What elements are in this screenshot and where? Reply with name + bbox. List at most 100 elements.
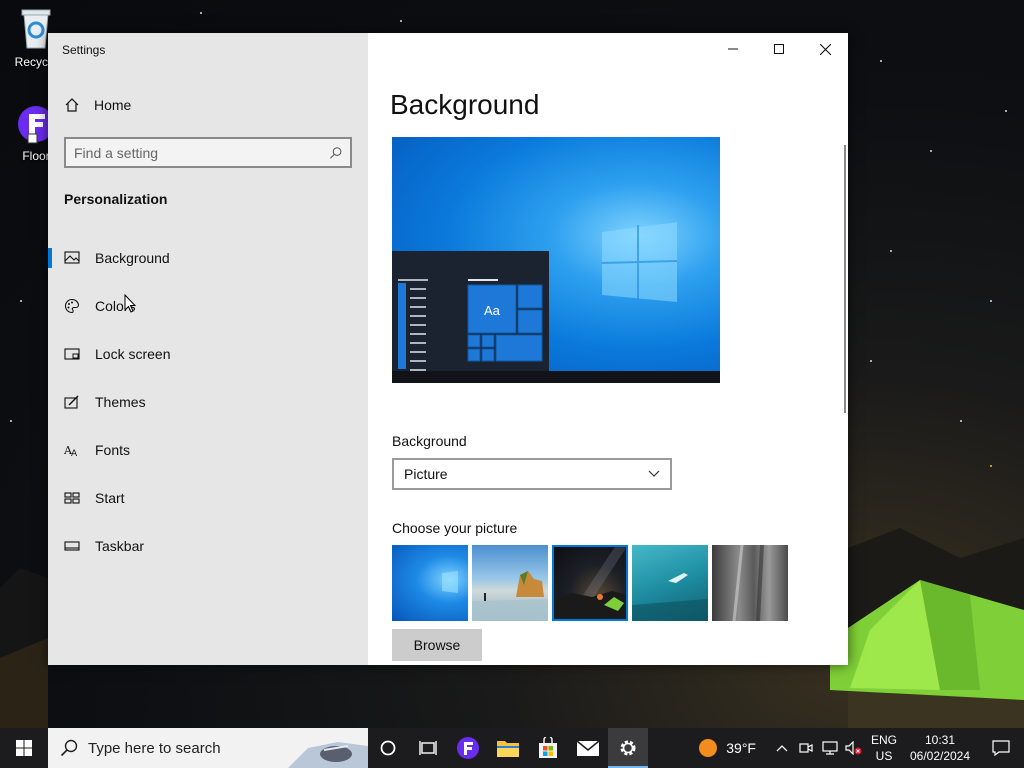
input-language-button[interactable]: ENG US [866,732,902,764]
beach-rocks-image [472,571,548,621]
picture-thumb-windows[interactable] [392,545,468,621]
search-highlight-image [288,742,368,768]
cortana-button[interactable] [368,728,408,768]
nav-item-label: Taskbar [95,538,145,554]
settings-sidebar: Settings Home Personalization Background [48,33,368,665]
taskbar-icon [64,541,80,551]
find-setting-input[interactable] [74,144,329,161]
minimize-button[interactable] [710,33,756,65]
fonts-icon: A A [64,444,78,458]
content-scrollbar[interactable] [844,145,846,413]
sun-icon [699,739,718,757]
nav-home[interactable]: Home [64,97,131,113]
start-button[interactable] [0,728,48,768]
nav-item-fonts[interactable]: A A Fonts [48,426,368,474]
tent-image [830,580,1024,700]
svg-text:A: A [71,449,78,458]
palette-icon [64,298,80,314]
search-icon [60,739,78,757]
close-icon [819,43,831,55]
choose-picture-label: Choose your picture [392,520,518,536]
floorp-icon [457,737,479,759]
minimize-icon [728,48,738,50]
page-title: Background [390,89,540,120]
rock-cliff-image [732,545,764,621]
background-preview: Aa [392,137,720,383]
taskbar: Type here to search 39°F ENG US 10:31 06… [0,728,1024,768]
action-center-button[interactable] [978,728,1024,768]
picture-thumb-night-sky[interactable] [552,545,628,621]
window-title: Settings [62,43,106,57]
personalization-nav: Background Colors Lock screen Themes A A… [48,234,368,570]
background-type-dropdown[interactable]: Picture [392,458,672,490]
find-setting-search[interactable] [64,137,352,168]
lock-screen-icon [64,348,80,360]
meet-now-button[interactable] [794,728,818,768]
nav-item-label: Lock screen [95,346,171,362]
taskbar-store[interactable] [528,728,568,768]
taskbar-file-explorer[interactable] [488,728,528,768]
system-tray: 39°F ENG US 10:31 06/02/2024 [698,728,1024,768]
windows-start-icon [16,740,32,756]
nav-item-label: Start [95,490,125,506]
chevron-up-icon [776,745,788,752]
nav-item-colors[interactable]: Colors [48,282,368,330]
nav-item-start[interactable]: Start [48,474,368,522]
taskbar-search-placeholder: Type here to search [88,739,221,757]
taskbar-search-box[interactable]: Type here to search [48,728,368,768]
clock-button[interactable]: 10:31 06/02/2024 [902,732,978,764]
video-camera-icon [799,743,813,753]
taskbar-mail[interactable] [568,728,608,768]
taskbar-settings[interactable] [608,728,648,768]
picture-thumb-rock[interactable] [712,545,788,621]
desktop-preview-image [392,222,720,383]
dropdown-value: Picture [404,466,448,482]
show-hidden-icons-button[interactable] [770,728,794,768]
clock-date: 06/02/2024 [909,749,971,763]
background-type-label: Background [392,433,467,449]
picture-icon [64,251,80,264]
chevron-down-icon [648,470,660,477]
nav-item-themes[interactable]: Themes [48,378,368,426]
lang-region: US [875,749,893,763]
picture-thumb-underwater[interactable] [632,545,708,621]
underwater-swimmer-image [632,573,708,621]
mail-icon [576,740,600,756]
task-view-button[interactable] [408,728,448,768]
lang-code: ENG [870,733,897,747]
taskbar-floorp[interactable] [448,728,488,768]
nav-item-label: Fonts [95,442,131,458]
nav-item-lock-screen[interactable]: Lock screen [48,330,368,378]
nav-item-taskbar[interactable]: Taskbar [48,522,368,570]
maximize-icon [774,44,784,54]
search-icon [329,146,342,159]
gear-icon [620,740,636,756]
preview-sample-text: Aa [484,303,500,318]
picture-thumb-beach[interactable] [472,545,548,621]
start-icon [64,492,80,504]
close-button[interactable] [802,33,848,65]
nav-item-label: Themes [95,394,146,410]
speaker-muted-icon [845,741,862,755]
store-icon [539,737,557,758]
volume-button[interactable] [842,728,866,768]
nav-item-label: Background [95,250,170,266]
folder-icon [497,741,519,757]
clock-time: 10:31 [924,733,956,747]
weather-temp: 39°F [726,740,756,756]
nav-home-label: Home [94,97,132,113]
notification-icon [992,740,1010,756]
section-title: Personalization [64,191,168,207]
network-button[interactable] [818,728,842,768]
night-sky-image [552,545,628,621]
picture-thumbnails [392,545,788,621]
cortana-icon [380,740,396,756]
windows-logo-image [442,571,458,593]
maximize-button[interactable] [756,33,802,65]
settings-window: Settings Home Personalization Background [48,33,848,665]
settings-content: Background Aa Background Picture Choose … [368,33,848,665]
themes-icon [64,395,79,409]
weather-widget[interactable]: 39°F [698,738,756,758]
browse-button[interactable]: Browse [392,629,482,661]
nav-item-background[interactable]: Background [48,234,368,282]
